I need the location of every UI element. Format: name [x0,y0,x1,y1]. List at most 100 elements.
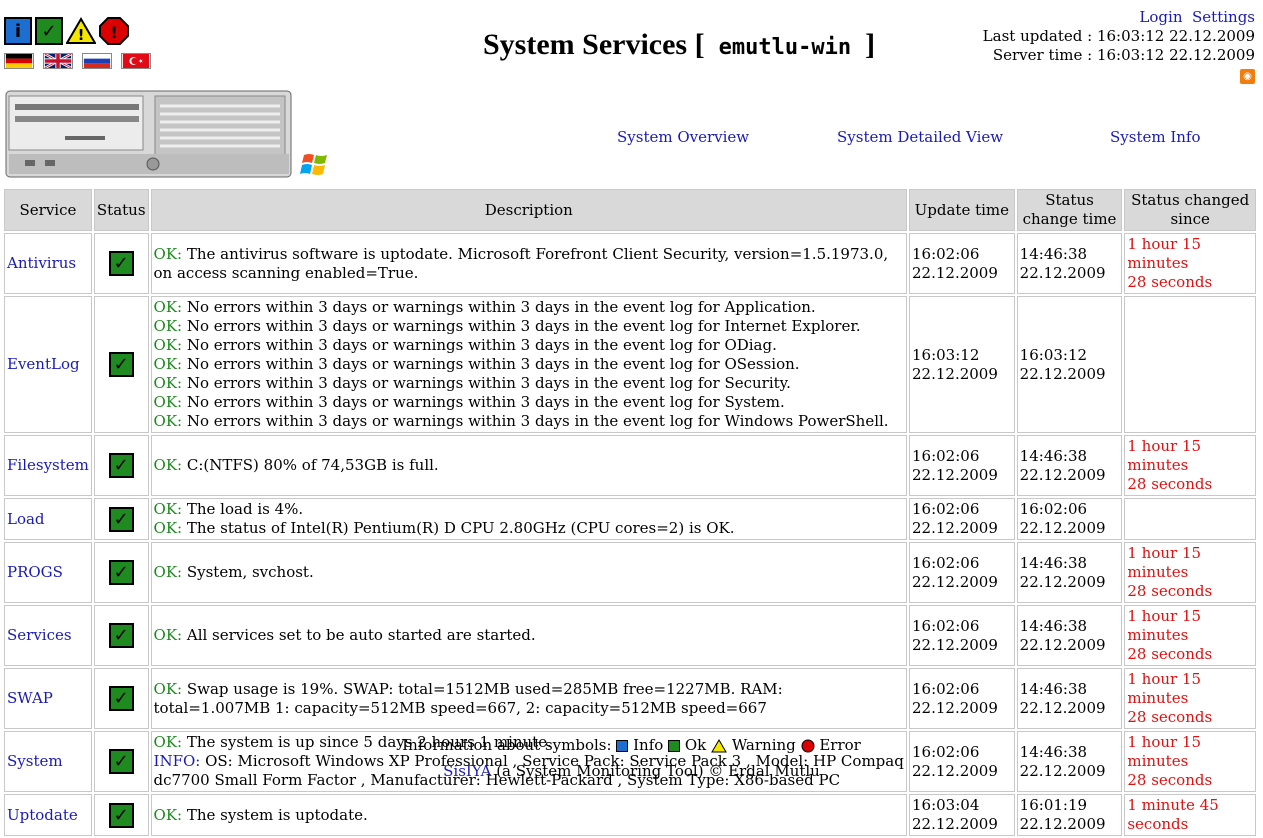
ok-status-icon[interactable]: ✓ [108,506,134,532]
error-icon[interactable]: ! [99,17,129,45]
ok-status-icon[interactable]: ✓ [108,623,134,648]
svg-text:!: ! [110,23,117,42]
description-text: The load is 4%. [182,500,304,518]
service-link[interactable]: Load [7,510,45,528]
status-cell: ✓ [93,668,149,729]
ok-icon[interactable]: ✓ [35,17,63,45]
system-info-link[interactable]: System Info [1110,128,1201,146]
status-changed-since-cell [1124,498,1256,540]
settings-link[interactable]: Settings [1192,8,1255,26]
service-link[interactable]: Antivirus [7,254,76,272]
system-overview-link[interactable]: System Overview [617,128,749,146]
service-link[interactable]: EventLog [7,355,80,373]
table-row: Services ✓ OK: All services set to be auto… [4,605,1256,666]
service-link[interactable]: Uptodate [7,806,78,824]
ok-tag: OK: [153,519,183,537]
update-time-line: 22.12.2009 [912,263,998,282]
status-change-time-line: 22.12.2009 [1019,263,1106,282]
ok-status-icon[interactable]: ✓ [108,560,134,585]
service-link[interactable]: Services [7,626,72,644]
description-text: The system is uptodate. [182,805,368,824]
server-image [5,90,292,178]
update-time-cell: 16:02:06 22.12.2009 [909,605,1015,666]
service-link[interactable]: SWAP [7,689,53,707]
title-suffix: ] [865,28,876,61]
rss-icon[interactable]: ◉ [1240,69,1255,84]
credits-text: (a System Monitoring Tool) © Erdal Mutlu [496,762,820,780]
ok-status-icon[interactable]: ✓ [108,352,134,377]
description-cell: OK: The antivirus software is uptodate. … [150,233,907,294]
status-changed-since-cell: 1 hour 15 minutes 28 seconds [1124,435,1256,496]
description-text: C:(NTFS) 80% of 74,53GB is full. [182,456,439,474]
legend-warning: Warning [731,736,796,754]
sisiya-link[interactable]: SisIYA [443,762,491,780]
service-link[interactable]: PROGS [7,563,63,581]
service-link[interactable]: Filesystem [7,456,89,474]
status-change-time-line: 22.12.2009 [1019,519,1106,537]
status-change-time-line: 14:46:38 [1019,616,1088,635]
ok-tag: OK: [153,298,183,316]
description-text: No errors within 3 days or warnings with… [182,298,816,316]
description-text: System, svchost. [182,563,314,581]
update-time-cell: 16:02:06 22.12.2009 [909,668,1015,729]
russian-flag-icon[interactable] [82,53,112,69]
table-row: Uptodate ✓ OK: The system is uptodate. 16:0… [4,794,1256,836]
legend-ok: Ok [684,736,707,754]
update-time-line: 16:02:06 [912,500,980,518]
status-changed-since-line: 1 hour 15 minutes [1127,670,1202,707]
description-text: No errors within 3 days or warnings with… [182,412,889,430]
status-changed-since-line: 1 minute 45 seconds [1127,796,1219,833]
server-time: Server time : 16:03:12 22.12.2009 [992,46,1255,64]
table-row: PROGS ✓ OK: System, svchost. 16:02:06 22.12.… [4,542,1256,603]
description-text: All services set to be auto started are … [182,626,536,644]
service-cell: Antivirus [4,233,92,294]
ok-status-icon[interactable]: ✓ [108,802,134,828]
description-line: OK: The status of Intel(R) Pentium(R) D … [154,519,904,538]
update-time-cell: 16:02:06 22.12.2009 [909,233,1015,294]
ok-tag: OK: [153,244,183,263]
ok-status-icon[interactable]: ✓ [108,251,134,276]
ok-tag: OK: [153,336,183,354]
status-change-time-cell: 14:46:38 22.12.2009 [1016,435,1123,496]
service-cell: EventLog [4,296,92,433]
status-changed-since-cell: 1 hour 15 minutes 28 seconds [1124,668,1256,729]
ok-tag: OK: [153,355,183,373]
update-time-cell: 16:02:06 22.12.2009 [909,435,1015,496]
ok-status-icon[interactable]: ✓ [108,453,134,478]
description-cell: OK: All services set to be auto started … [150,605,907,666]
warning-icon [711,739,727,753]
status-change-time-line: 22.12.2009 [1019,815,1106,833]
status-cell: ✓ [93,233,149,294]
update-time-line: 22.12.2009 [912,572,998,591]
status-change-time-line: 22.12.2009 [1019,364,1106,383]
turkish-flag-icon[interactable] [121,53,151,69]
status-change-time-cell: 14:46:38 22.12.2009 [1016,233,1123,294]
system-detailed-view-link[interactable]: System Detailed View [837,128,1003,146]
ok-tag: OK: [153,500,183,518]
header-meta: Login Settings Last updated : 16:03:12 2… [983,8,1255,84]
status-change-time-cell: 14:46:38 22.12.2009 [1016,542,1123,603]
hostname: emutlu-win [718,35,852,60]
english-flag-icon[interactable] [43,53,73,69]
description-cell: OK: The system is uptodate. [150,794,907,836]
language-flags [4,53,151,69]
service-cell: SWAP [4,668,92,729]
german-flag-icon[interactable] [4,53,34,69]
ok-tag: OK: [153,412,183,430]
table-row: SWAP ✓ OK: Swap usage is 19%. SWAP: total=… [4,668,1256,729]
description-cell: OK: Swap usage is 19%. SWAP: total=1512M… [150,668,907,729]
update-time-line: 22.12.2009 [912,698,998,717]
status-changed-since-line: 1 hour 15 minutes [1127,437,1202,474]
status-changed-since-line: 1 hour 15 minutes [1127,235,1202,272]
info-icon[interactable]: i [4,17,32,45]
legend-info: Info [633,736,664,754]
service-cell: Filesystem [4,435,92,496]
ok-tag: OK: [153,805,183,824]
status-change-time-cell: 14:46:38 22.12.2009 [1016,605,1123,666]
login-link[interactable]: Login [1139,8,1182,26]
title-prefix: System Services [ [483,28,705,61]
status-change-time-line: 14:46:38 [1019,553,1088,572]
description-line: OK: No errors within 3 days or warnings … [154,298,904,317]
warning-icon[interactable]: ! [66,17,96,45]
ok-status-icon[interactable]: ✓ [108,686,134,711]
